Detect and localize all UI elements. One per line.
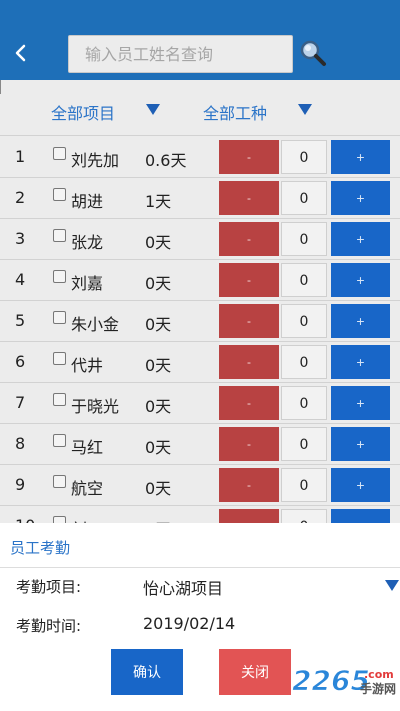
increment-button[interactable]: + [331, 427, 390, 461]
employee-name: 于晓光 [71, 397, 120, 416]
row-checkbox[interactable] [53, 229, 66, 242]
magnifier-icon[interactable] [298, 38, 328, 68]
decrement-button[interactable]: - [219, 140, 279, 174]
decrement-button[interactable]: - [219, 222, 279, 256]
time-value[interactable]: 2019/02/14 [143, 614, 235, 633]
decrement-button[interactable]: - [219, 181, 279, 215]
employee-row: 1 刘先加 0.6天 - 0 + [0, 137, 400, 178]
attendance-days: 0天 [145, 356, 172, 375]
count-value[interactable]: 0 [281, 468, 327, 502]
project-label: 考勤项目: [16, 578, 82, 596]
search-box[interactable] [68, 35, 293, 73]
filter-bar: 全部项目 全部工种 [0, 80, 400, 136]
decrement-button[interactable]: - [219, 427, 279, 461]
count-value[interactable]: 0 [281, 345, 327, 379]
row-index: 8 [15, 434, 26, 453]
increment-button[interactable]: + [331, 140, 390, 174]
row-checkbox[interactable] [53, 188, 66, 201]
increment-button[interactable]: + [331, 304, 390, 338]
count-value[interactable]: 0 [281, 222, 327, 256]
employee-row: 9 航空 0天 - 0 + [0, 465, 400, 506]
close-button[interactable]: 关闭 [219, 649, 291, 695]
employee-row: 7 于晓光 0天 - 0 + [0, 383, 400, 424]
attendance-days: 0天 [145, 479, 172, 498]
attendance-days: 1天 [145, 192, 172, 211]
decrement-button[interactable]: - [219, 263, 279, 297]
decrement-button[interactable]: - [219, 468, 279, 502]
watermark-number: 2265 [292, 664, 370, 697]
employee-row: 3 张龙 0天 - 0 + [0, 219, 400, 260]
employee-row: 4 刘嘉 0天 - 0 + [0, 260, 400, 301]
dialog-title: 员工考勤 [10, 539, 71, 557]
count-value[interactable]: 0 [281, 140, 327, 174]
row-checkbox[interactable] [53, 270, 66, 283]
employee-name: 代井 [71, 356, 104, 375]
triangle-down-icon[interactable] [298, 104, 312, 115]
project-filter[interactable]: 全部项目 [51, 100, 115, 124]
row-index: 9 [15, 475, 26, 494]
back-arrow-icon[interactable] [6, 38, 36, 68]
increment-button[interactable]: + [331, 345, 390, 379]
increment-button[interactable]: + [331, 468, 390, 502]
row-index: 5 [15, 311, 26, 330]
row-index: 6 [15, 352, 26, 371]
employee-row: 2 胡进 1天 - 0 + [0, 178, 400, 219]
count-value[interactable]: 0 [281, 263, 327, 297]
divider [0, 567, 400, 568]
row-checkbox[interactable] [53, 311, 66, 324]
row-checkbox[interactable] [53, 434, 66, 447]
employee-name: 朱小金 [71, 315, 120, 334]
attendance-days: 0天 [145, 397, 172, 416]
site-watermark: 2265 .com 手游网 [292, 660, 400, 704]
row-index: 2 [15, 188, 26, 207]
row-index: 3 [15, 229, 26, 248]
row-checkbox[interactable] [53, 475, 66, 488]
row-checkbox[interactable] [53, 147, 66, 160]
attendance-days: 0.6天 [145, 151, 187, 170]
increment-button[interactable]: + [331, 222, 390, 256]
app-header [0, 0, 400, 80]
employee-row: 8 马红 0天 - 0 + [0, 424, 400, 465]
count-value[interactable]: 0 [281, 181, 327, 215]
watermark-domain: .com [364, 668, 394, 681]
confirm-button[interactable]: 确认 [111, 649, 183, 695]
decrement-button[interactable]: - [219, 345, 279, 379]
time-label: 考勤时间: [16, 617, 82, 635]
employee-list: 1 刘先加 0.6天 - 0 + 2 胡进 1天 - 0 + 3 张龙 0天 -… [0, 137, 400, 527]
employee-name: 张龙 [71, 233, 104, 252]
row-index: 4 [15, 270, 26, 289]
count-value[interactable]: 0 [281, 427, 327, 461]
employee-row: 5 朱小金 0天 - 0 + [0, 301, 400, 342]
watermark-site-name: 手游网 [360, 681, 396, 696]
employee-name: 马红 [71, 438, 104, 457]
worktype-filter[interactable]: 全部工种 [203, 100, 267, 124]
employee-name: 刘嘉 [71, 274, 104, 293]
triangle-down-icon[interactable] [385, 580, 399, 591]
employee-name: 刘先加 [71, 151, 120, 170]
increment-button[interactable]: + [331, 263, 390, 297]
search-input[interactable] [69, 36, 292, 72]
divider [0, 80, 6, 94]
row-checkbox[interactable] [53, 352, 66, 365]
count-value[interactable]: 0 [281, 304, 327, 338]
row-index: 1 [15, 147, 26, 166]
employee-row: 6 代井 0天 - 0 + [0, 342, 400, 383]
decrement-button[interactable]: - [219, 386, 279, 420]
employee-name: 胡进 [71, 192, 104, 211]
project-select[interactable]: 怡心湖项目 [143, 575, 223, 599]
attendance-days: 0天 [145, 233, 172, 252]
row-checkbox[interactable] [53, 393, 66, 406]
triangle-down-icon[interactable] [146, 104, 160, 115]
count-value[interactable]: 0 [281, 386, 327, 420]
employee-name: 航空 [71, 479, 104, 498]
attendance-days: 0天 [145, 315, 172, 334]
increment-button[interactable]: + [331, 386, 390, 420]
row-index: 7 [15, 393, 26, 412]
increment-button[interactable]: + [331, 181, 390, 215]
attendance-days: 0天 [145, 274, 172, 293]
decrement-button[interactable]: - [219, 304, 279, 338]
attendance-days: 0天 [145, 438, 172, 457]
